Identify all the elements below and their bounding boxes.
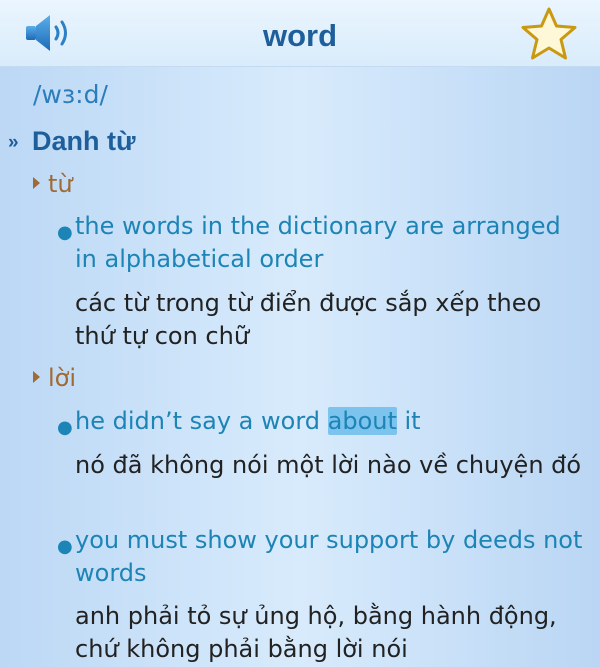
part-of-speech-heading: » Danh từ (8, 126, 136, 157)
example-sentence: ● you must show your support by deeds no… (57, 524, 585, 590)
pronunciation: /wɜ:d/ (33, 80, 108, 109)
part-of-speech-label: Danh từ (32, 126, 136, 156)
example-text: you must show your support by deeds not … (75, 526, 583, 587)
example-text-after: it (396, 407, 421, 435)
example-translation: nó đã không nói một lời nào về chuyện đó (75, 451, 582, 479)
sense-heading: lời (33, 364, 76, 392)
speaker-icon[interactable] (22, 10, 78, 56)
bullet-dot-icon: ● (57, 536, 73, 557)
example-translation: anh phải tỏ sự ủng hộ, bằng hành động, c… (75, 602, 557, 663)
triangle-bullet-icon (33, 371, 40, 383)
sense-label: từ (48, 170, 73, 198)
example-translation: các từ trong từ điển được sắp xếp theo t… (75, 289, 542, 350)
triangle-bullet-icon (33, 177, 40, 189)
double-chevron-icon: » (8, 132, 19, 153)
example-sentence: ● the words in the dictionary are arrang… (57, 210, 585, 276)
bullet-dot-icon: ● (57, 222, 73, 243)
example-text: the words in the dictionary are arranged… (75, 212, 561, 273)
app-header: word (0, 0, 600, 67)
example-text-before: he didn’t say a word (75, 407, 328, 435)
sense-heading: từ (33, 170, 73, 198)
example-sentence: ● he didn’t say a word about it (57, 405, 585, 438)
favorite-star-icon[interactable] (519, 6, 579, 62)
sense-label: lời (48, 364, 77, 392)
highlighted-word[interactable]: about (327, 407, 397, 435)
bullet-dot-icon: ● (57, 417, 73, 438)
page-title: word (262, 18, 338, 53)
